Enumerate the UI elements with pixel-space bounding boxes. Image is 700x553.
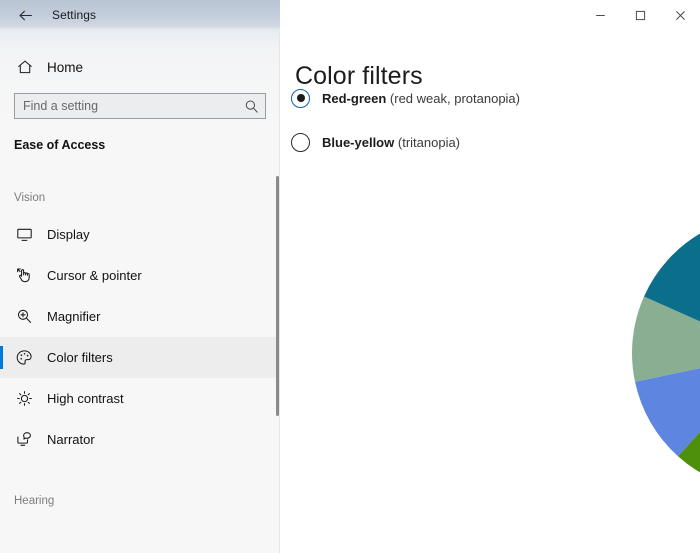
sidebar-item-high-contrast-label: High contrast	[47, 391, 124, 406]
back-arrow-icon[interactable]	[12, 2, 38, 28]
sidebar-nav-vision: Display Cursor & pointer Magnifier Color…	[0, 214, 280, 460]
search-icon[interactable]	[239, 99, 263, 114]
sidebar-item-narrator-label: Narrator	[47, 432, 95, 447]
radio-button-blue-yellow[interactable]	[291, 132, 310, 152]
sidebar-item-home-label: Home	[47, 59, 84, 75]
radio-option-blue-yellow[interactable]: Blue-yellow (tritanopia)	[291, 130, 520, 154]
maximize-button[interactable]	[620, 0, 660, 30]
sidebar: Settings Home Ease of Access Vision	[0, 0, 280, 553]
app-title: Settings	[52, 8, 97, 22]
sidebar-item-narrator[interactable]: Narrator	[0, 419, 280, 460]
minimize-button[interactable]	[580, 0, 620, 30]
radio-option-red-green-label: Red-green (red weak, protanopia)	[322, 91, 520, 106]
sidebar-item-high-contrast[interactable]: High contrast	[0, 378, 280, 419]
sidebar-group-label-vision: Vision	[14, 192, 46, 204]
sidebar-item-cursor-pointer[interactable]: Cursor & pointer	[0, 255, 280, 296]
titlebar-left: Settings	[0, 0, 280, 30]
color-wheel-svg	[632, 233, 700, 473]
sidebar-category-title: Ease of Access	[14, 138, 106, 152]
sidebar-item-magnifier[interactable]: Magnifier	[0, 296, 280, 337]
sidebar-item-home[interactable]: Home	[0, 50, 280, 84]
close-button[interactable]	[660, 0, 700, 30]
sidebar-item-cursor-pointer-label: Cursor & pointer	[47, 268, 142, 283]
settings-window: Settings Home Ease of Access Vision	[0, 0, 700, 553]
radio-button-red-green[interactable]	[291, 88, 310, 108]
search-input[interactable]	[15, 94, 239, 118]
sun-brightness-icon	[14, 389, 34, 409]
sidebar-item-color-filters[interactable]: Color filters	[0, 337, 280, 378]
radio-option-blue-yellow-detail: (tritanopia)	[397, 134, 461, 150]
magnifier-icon	[14, 307, 34, 327]
radio-option-red-green-name: Red-green	[322, 90, 387, 106]
main-content: Color filters Red-green (red weak, prota…	[280, 0, 700, 553]
window-controls	[580, 0, 700, 30]
sidebar-item-display-label: Display	[47, 227, 90, 242]
cursor-pointer-icon	[14, 266, 34, 286]
radio-option-red-green[interactable]: Red-green (red weak, protanopia)	[291, 86, 520, 110]
radio-option-blue-yellow-name: Blue-yellow	[322, 134, 395, 150]
sidebar-item-magnifier-label: Magnifier	[47, 309, 101, 324]
monitor-icon	[14, 225, 34, 245]
color-palette-icon	[14, 348, 34, 368]
sidebar-group-label-hearing: Hearing	[14, 495, 55, 507]
radio-option-red-green-detail: (red weak, protanopia)	[389, 90, 520, 106]
sidebar-item-color-filters-label: Color filters	[47, 350, 113, 365]
home-icon	[15, 57, 35, 77]
radio-option-blue-yellow-label: Blue-yellow (tritanopia)	[322, 135, 460, 150]
sidebar-item-display[interactable]: Display	[0, 214, 280, 255]
color-filter-radio-group: Red-green (red weak, protanopia) Blue-ye…	[291, 86, 520, 174]
narrator-speech-icon	[14, 430, 34, 450]
color-wheel-preview	[632, 214, 700, 492]
search-box[interactable]	[14, 93, 266, 119]
